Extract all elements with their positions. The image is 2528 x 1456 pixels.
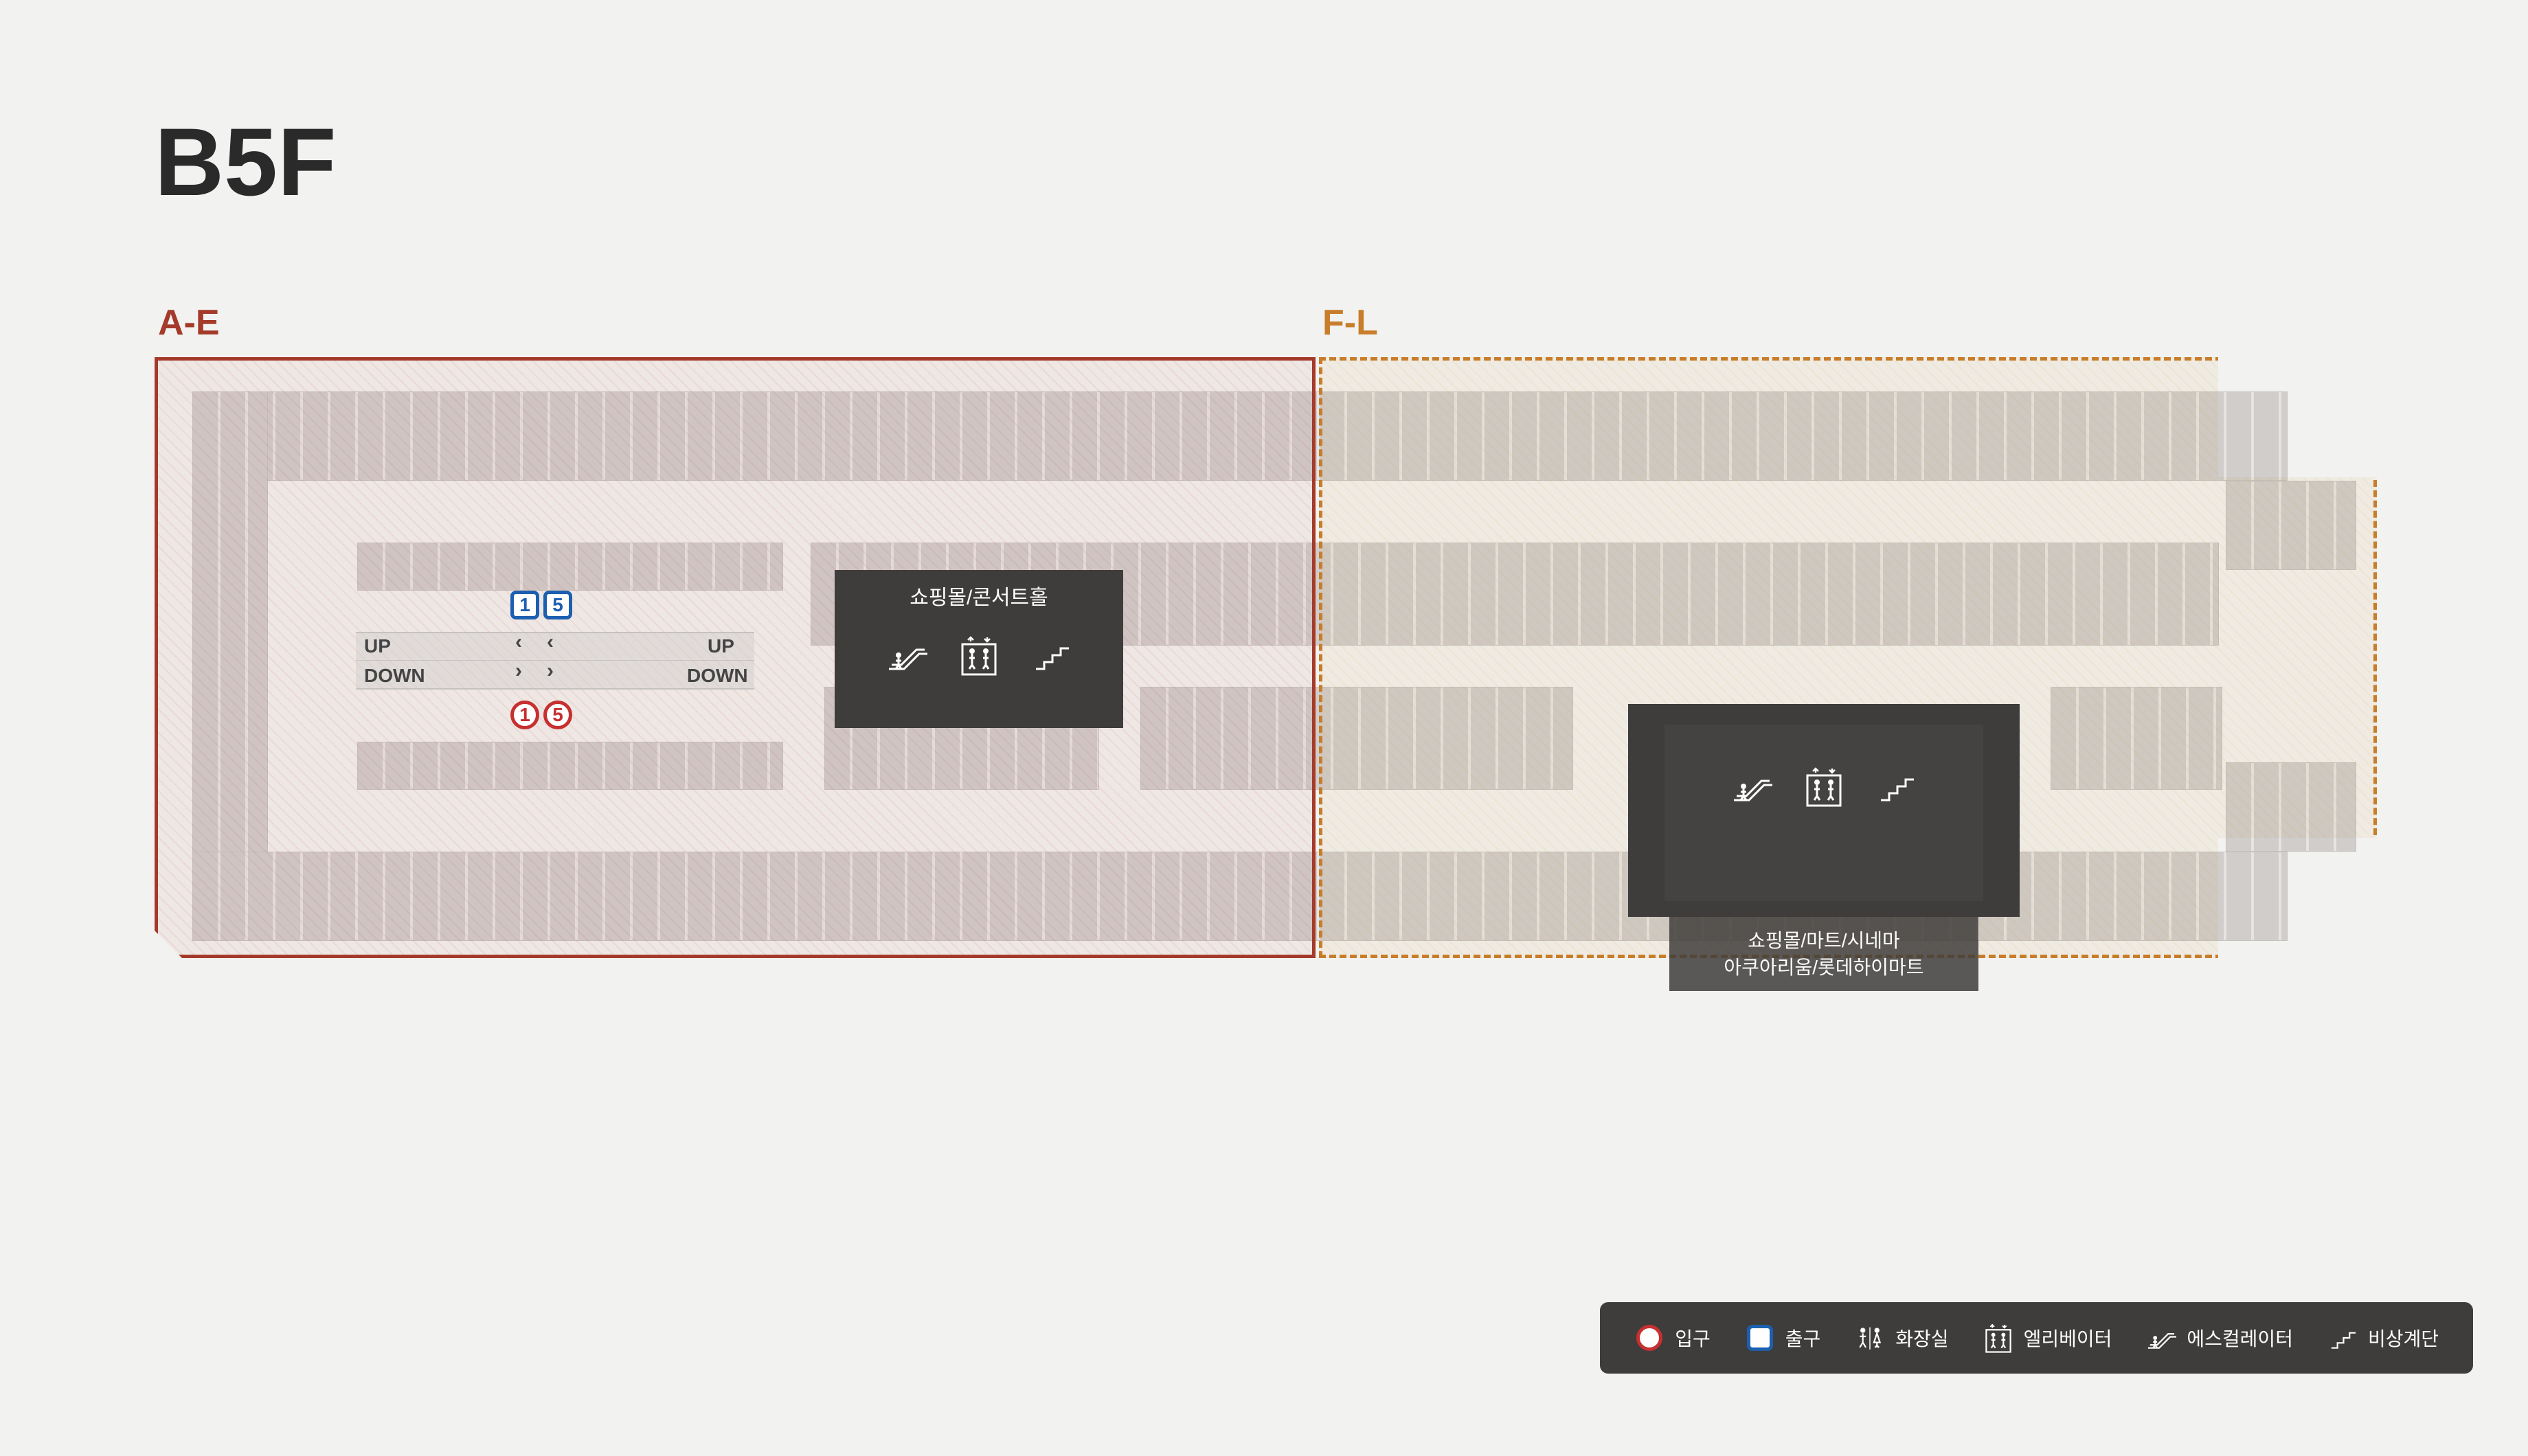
up-arrows: ‹ ‹ xyxy=(515,630,554,654)
amenity2-line2: 아쿠아리움/롯데하이마트 xyxy=(1690,954,1958,981)
amenity2-line1: 쇼핑몰/마트/시네마 xyxy=(1690,927,1958,954)
elevator-icon xyxy=(1983,1323,2013,1353)
elevator-icon xyxy=(1803,766,1844,807)
exit-icon xyxy=(1747,1325,1773,1351)
entry-badges: 1 5 xyxy=(508,701,574,729)
aisle-divider xyxy=(356,632,754,661)
down-arrows: › › xyxy=(515,659,554,683)
escalator-icon xyxy=(886,635,927,676)
exit-badge-1: 1 xyxy=(510,591,539,619)
legend-restroom-label: 화장실 xyxy=(1895,1324,1948,1352)
exit-badges: 1 5 xyxy=(508,591,574,619)
legend-elevator-label: 엘리베이터 xyxy=(2024,1324,2112,1352)
chevron-right-icon: › xyxy=(547,659,554,683)
chevron-left-icon: ‹ xyxy=(547,630,554,654)
escalator-icon xyxy=(2146,1323,2176,1353)
down-label-left: DOWN xyxy=(364,665,425,687)
legend: 입구 출구 화장실 엘리베이터 에스컬레이터 비상계단 xyxy=(1600,1302,2473,1374)
zone-label-fl: F-L xyxy=(1322,302,1378,343)
escalator-icon xyxy=(1731,766,1772,807)
amenity-box-mall-mart xyxy=(1628,704,2020,917)
restroom-icon xyxy=(1855,1323,1885,1353)
amenity1-title: 쇼핑몰/콘서트홀 xyxy=(835,570,1123,614)
amenity-box-mall-concert: 쇼핑몰/콘서트홀 xyxy=(835,570,1123,728)
stairs-icon xyxy=(1875,766,1917,807)
amenity2-sub-label: 쇼핑몰/마트/시네마 아쿠아리움/롯데하이마트 xyxy=(1669,917,1978,991)
legend-entry-label: 입구 xyxy=(1675,1324,1711,1352)
elevator-icon xyxy=(958,635,1000,676)
entry-badge-1: 1 xyxy=(510,701,539,729)
up-label-right: UP xyxy=(708,635,734,657)
stairs-icon xyxy=(1030,635,1072,676)
chevron-right-icon: › xyxy=(515,659,522,683)
legend-stairs-label: 비상계단 xyxy=(2368,1324,2439,1352)
stairs-icon xyxy=(2327,1323,2358,1353)
legend-entry: 입구 xyxy=(1634,1324,1711,1352)
floor-title: B5F xyxy=(155,106,336,218)
zone-label-ae: A-E xyxy=(158,302,220,343)
legend-exit: 출구 xyxy=(1745,1324,1821,1352)
legend-restroom: 화장실 xyxy=(1855,1323,1948,1353)
up-label-left: UP xyxy=(364,635,391,657)
legend-elevator: 엘리베이터 xyxy=(1983,1323,2112,1353)
entry-icon xyxy=(1636,1325,1662,1351)
legend-escalator: 에스컬레이터 xyxy=(2146,1323,2293,1353)
legend-escalator-label: 에스컬레이터 xyxy=(2187,1324,2293,1352)
legend-stairs: 비상계단 xyxy=(2327,1323,2439,1353)
chevron-left-icon: ‹ xyxy=(515,630,522,654)
exit-badge-5: 5 xyxy=(543,591,572,619)
legend-exit-label: 출구 xyxy=(1785,1324,1821,1352)
entry-badge-5: 5 xyxy=(543,701,572,729)
down-label-right: DOWN xyxy=(687,665,748,687)
